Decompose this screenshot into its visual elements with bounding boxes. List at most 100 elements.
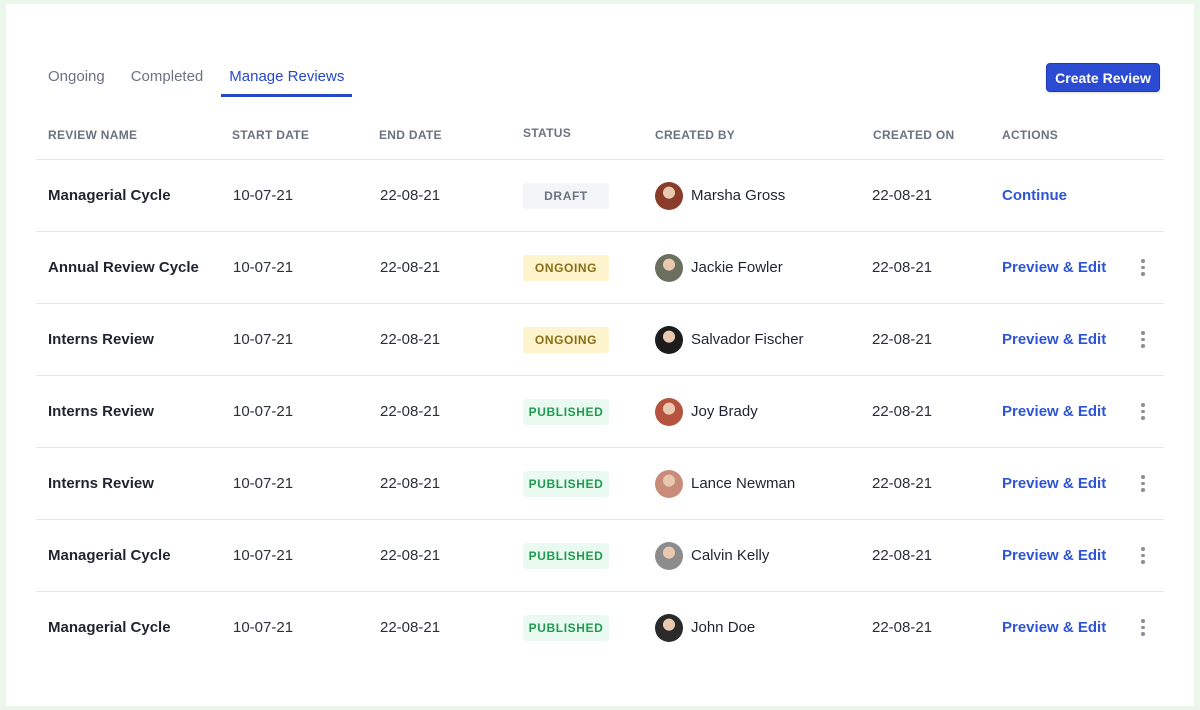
end-date: 22-08-21: [380, 403, 441, 420]
end-date-cell: 22-08-21: [380, 232, 440, 303]
preview-edit-link[interactable]: Preview & Edit: [1002, 259, 1106, 276]
tab-completed[interactable]: Completed: [131, 66, 204, 94]
start-date: 10-07-21: [233, 187, 294, 204]
creator-name: Joy Brady: [691, 403, 758, 420]
status-cell: PUBLISHED: [523, 520, 609, 591]
table-row: Managerial Cycle 10-07-21 22-08-21 DRAFT…: [36, 160, 1164, 232]
status-badge: PUBLISHED: [523, 470, 609, 497]
row-menu-cell: [1133, 304, 1153, 375]
created-by-cell: Joy Brady: [655, 376, 758, 447]
end-date-cell: 22-08-21: [380, 520, 440, 591]
avatar: [655, 541, 683, 570]
avatar: [655, 325, 683, 354]
reviews-table: REVIEW NAME START DATE END DATE STATUS C…: [36, 116, 1164, 663]
table-row: Managerial Cycle 10-07-21 22-08-21 PUBLI…: [36, 520, 1164, 592]
review-name: Interns Review: [48, 475, 154, 492]
tab-bar: Ongoing Completed Manage Reviews: [48, 66, 378, 98]
preview-edit-link[interactable]: Preview & Edit: [1002, 475, 1106, 492]
start-date-cell: 10-07-21: [233, 520, 293, 591]
created-on-date: 22-08-21: [872, 475, 933, 492]
actions-cell: Preview & Edit: [1002, 232, 1106, 303]
table-body: Managerial Cycle 10-07-21 22-08-21 DRAFT…: [36, 160, 1164, 663]
status-cell: PUBLISHED: [523, 376, 609, 447]
column-header-created-by: CREATED BY: [655, 128, 736, 142]
actions-cell: Preview & Edit: [1002, 448, 1106, 519]
avatar: [655, 613, 683, 642]
created-by-cell: John Doe: [655, 592, 755, 663]
start-date-cell: 10-07-21: [233, 160, 293, 231]
created-by-cell: Jackie Fowler: [655, 232, 783, 303]
start-date-cell: 10-07-21: [233, 304, 293, 375]
created-on-cell: 22-08-21: [872, 232, 932, 303]
creator-name: Salvador Fischer: [691, 331, 804, 348]
more-options-icon[interactable]: [1133, 472, 1153, 496]
more-options-icon[interactable]: [1133, 328, 1153, 352]
more-options-icon[interactable]: [1133, 256, 1153, 280]
creator-name: Calvin Kelly: [691, 547, 770, 564]
more-options-icon[interactable]: [1133, 544, 1153, 568]
actions-cell: Preview & Edit: [1002, 520, 1106, 591]
start-date: 10-07-21: [233, 619, 294, 636]
status-badge: ONGOING: [523, 254, 609, 281]
end-date-cell: 22-08-21: [380, 160, 440, 231]
status-badge: PUBLISHED: [523, 614, 609, 641]
tab-ongoing[interactable]: Ongoing: [48, 66, 105, 94]
start-date-cell: 10-07-21: [233, 592, 293, 663]
creator-name: John Doe: [691, 619, 756, 636]
created-by-cell: Marsha Gross: [655, 160, 785, 231]
column-header-created-on: CREATED ON: [873, 128, 955, 142]
created-on-cell: 22-08-21: [872, 160, 932, 231]
preview-edit-link[interactable]: Preview & Edit: [1002, 403, 1106, 420]
table-row: Managerial Cycle 10-07-21 22-08-21 PUBLI…: [36, 592, 1164, 663]
row-menu-cell: [1133, 232, 1153, 303]
preview-edit-link[interactable]: Preview & Edit: [1002, 619, 1106, 636]
created-on-cell: 22-08-21: [872, 376, 932, 447]
column-header-review-name: REVIEW NAME: [48, 128, 138, 142]
status-badge: DRAFT: [523, 182, 609, 209]
tab-manage-reviews[interactable]: Manage Reviews: [221, 66, 353, 97]
status-cell: ONGOING: [523, 232, 609, 303]
start-date: 10-07-21: [233, 331, 294, 348]
table-row: Interns Review 10-07-21 22-08-21 ONGOING…: [36, 304, 1164, 376]
end-date-cell: 22-08-21: [380, 448, 440, 519]
review-name-cell: Annual Review Cycle: [48, 232, 199, 303]
start-date-cell: 10-07-21: [233, 232, 293, 303]
actions-cell: Preview & Edit: [1002, 376, 1106, 447]
start-date-cell: 10-07-21: [233, 376, 293, 447]
review-name: Managerial Cycle: [48, 547, 171, 564]
created-on-cell: 22-08-21: [872, 520, 932, 591]
end-date: 22-08-21: [380, 331, 441, 348]
review-name-cell: Managerial Cycle: [48, 160, 171, 231]
column-header-actions: ACTIONS: [1002, 128, 1059, 142]
row-menu-cell: [1133, 448, 1153, 519]
status-cell: ONGOING: [523, 304, 609, 375]
end-date: 22-08-21: [380, 547, 441, 564]
end-date-cell: 22-08-21: [380, 304, 440, 375]
status-badge: PUBLISHED: [523, 542, 609, 569]
review-name-cell: Managerial Cycle: [48, 520, 171, 591]
creator-name: Marsha Gross: [691, 187, 786, 204]
continue-link[interactable]: Continue: [1002, 187, 1067, 204]
avatar: [655, 253, 683, 282]
status-badge: ONGOING: [523, 326, 609, 353]
review-name: Interns Review: [48, 331, 154, 348]
avatar: [655, 397, 683, 426]
row-menu-cell: [1133, 592, 1153, 663]
start-date: 10-07-21: [233, 475, 294, 492]
preview-edit-link[interactable]: Preview & Edit: [1002, 547, 1106, 564]
created-by-cell: Lance Newman: [655, 448, 795, 519]
table-header: REVIEW NAME START DATE END DATE STATUS C…: [36, 116, 1164, 160]
end-date: 22-08-21: [380, 187, 441, 204]
created-on-date: 22-08-21: [872, 619, 933, 636]
creator-name: Lance Newman: [691, 475, 796, 492]
create-review-button[interactable]: Create Review: [1046, 63, 1160, 92]
preview-edit-link[interactable]: Preview & Edit: [1002, 331, 1106, 348]
created-on-cell: 22-08-21: [872, 448, 932, 519]
actions-cell: Continue: [1002, 160, 1067, 231]
more-options-icon[interactable]: [1133, 400, 1153, 424]
avatar: [655, 181, 683, 210]
end-date: 22-08-21: [380, 619, 441, 636]
actions-cell: Preview & Edit: [1002, 304, 1106, 375]
more-options-icon[interactable]: [1133, 616, 1153, 640]
created-on-date: 22-08-21: [872, 403, 933, 420]
